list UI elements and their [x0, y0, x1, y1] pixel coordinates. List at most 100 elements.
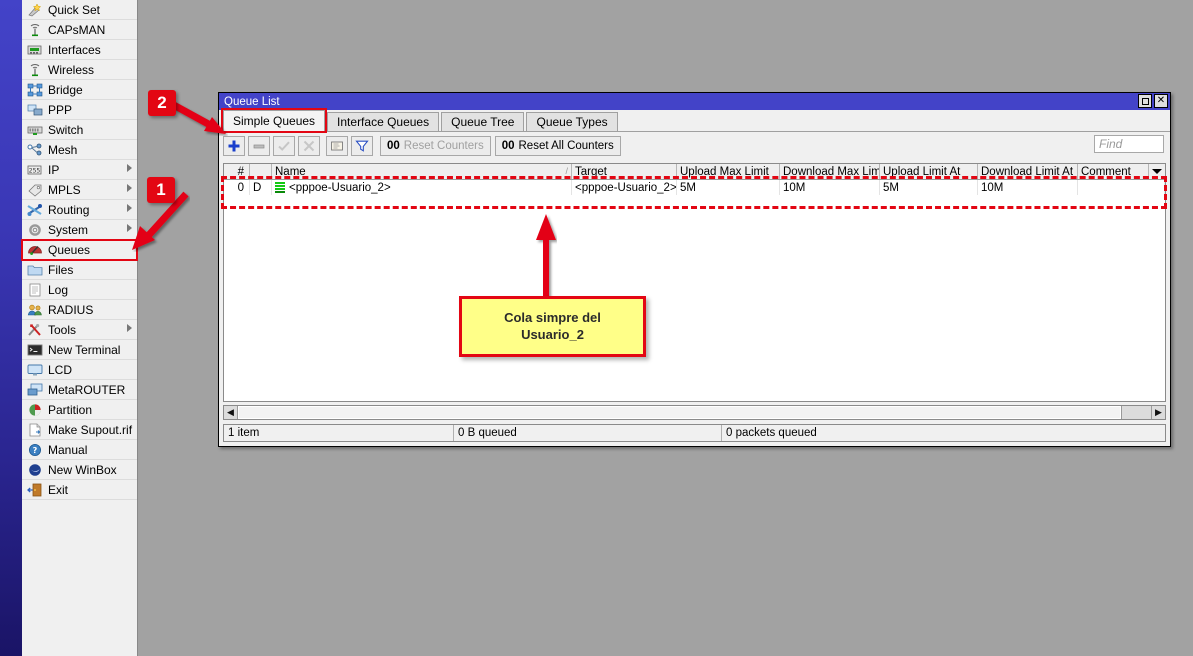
comment-button[interactable]: [326, 136, 348, 156]
window-title-bar[interactable]: Queue List ✕: [219, 93, 1170, 110]
cell-download-max-limit: 10M: [780, 180, 880, 195]
sidebar-item-label: Routing: [48, 203, 89, 217]
annotation-callout: Cola simpre del Usuario_2: [459, 296, 646, 357]
sidebar-item-manual[interactable]: ? Manual: [22, 440, 137, 460]
sidebar-item-label: System: [48, 223, 88, 237]
tab-label: Queue Types: [536, 115, 607, 129]
sidebar-item-label: Switch: [48, 123, 83, 137]
scrollbar-thumb[interactable]: [238, 406, 1121, 419]
column-header-download-max-limit[interactable]: Download Max Limit: [780, 164, 880, 179]
sidebar-item-ppp[interactable]: PPP: [22, 100, 137, 120]
sidebar-item-routing[interactable]: Routing: [22, 200, 137, 220]
routing-icon: [26, 202, 44, 218]
cell-download-limit-at: 10M: [978, 180, 1078, 195]
annotation-arrow-to-tab: [168, 100, 228, 136]
tab-interface-queues[interactable]: Interface Queues: [327, 112, 439, 131]
status-packets-queued: 0 packets queued: [722, 425, 1165, 441]
annotation-arrow-to-row: [535, 214, 557, 300]
sidebar-item-log[interactable]: Log: [22, 280, 137, 300]
sidebar-item-tools[interactable]: Tools: [22, 320, 137, 340]
cell-num: 0: [224, 180, 250, 195]
sidebar-item-label: Tools: [48, 323, 76, 337]
sidebar-item-make-supout[interactable]: Make Supout.rif: [22, 420, 137, 440]
sidebar-item-bridge[interactable]: Bridge: [22, 80, 137, 100]
sidebar-item-label: Wireless: [48, 63, 94, 77]
scroll-left-arrow-icon[interactable]: ◀: [224, 406, 238, 419]
column-header-num[interactable]: #: [224, 164, 250, 179]
terminal-icon: [26, 342, 44, 358]
winbox-icon: [26, 462, 44, 478]
tab-simple-queues[interactable]: Simple Queues: [223, 110, 325, 131]
badge-label: 2: [157, 93, 166, 113]
column-header-comment[interactable]: Comment: [1078, 164, 1149, 179]
sidebar-item-partition[interactable]: Partition: [22, 400, 137, 420]
comment-icon: [330, 139, 344, 153]
sidebar-item-metarouter[interactable]: MetaROUTER: [22, 380, 137, 400]
sidebar-item-label: RADIUS: [48, 303, 93, 317]
sidebar-item-mesh[interactable]: Mesh: [22, 140, 137, 160]
column-header-upload-limit-at[interactable]: Upload Limit At: [880, 164, 978, 179]
column-header-download-limit-at[interactable]: Download Limit At: [978, 164, 1078, 179]
callout-line-2: Usuario_2: [504, 327, 601, 343]
cell-target: <pppoe-Usuario_2>: [572, 180, 677, 195]
tab-queue-tree[interactable]: Queue Tree: [441, 112, 524, 131]
scroll-right-arrow-icon[interactable]: ▶: [1151, 406, 1165, 419]
column-label: Download Limit At: [981, 166, 1073, 178]
sidebar-item-label: IP: [48, 163, 59, 177]
sidebar-item-system[interactable]: System: [22, 220, 137, 240]
close-button[interactable]: ✕: [1154, 94, 1168, 108]
sidebar-item-radius[interactable]: RADIUS: [22, 300, 137, 320]
remove-button[interactable]: [248, 136, 270, 156]
reset-all-counters-button[interactable]: 00 Reset All Counters: [495, 136, 621, 156]
cell-flags: D: [250, 180, 272, 195]
sidebar-item-label: New WinBox: [48, 463, 117, 477]
sidebar-item-new-winbox[interactable]: New WinBox: [22, 460, 137, 480]
sidebar-item-exit[interactable]: Exit: [22, 480, 137, 500]
scrollbar-track-pad[interactable]: [1121, 406, 1151, 419]
sidebar-item-lcd[interactable]: LCD: [22, 360, 137, 380]
status-bar: 1 item 0 B queued 0 packets queued: [223, 424, 1166, 442]
disable-button[interactable]: [298, 136, 320, 156]
sidebar-item-interfaces[interactable]: Interfaces: [22, 40, 137, 60]
sidebar-item-label: Interfaces: [48, 43, 101, 57]
filter-button[interactable]: [351, 136, 373, 156]
sidebar-item-label: CAPsMAN: [48, 23, 105, 37]
sidebar-item-switch[interactable]: Switch: [22, 120, 137, 140]
sidebar-item-queues[interactable]: Queues: [22, 240, 137, 260]
status-bytes-queued: 0 B queued: [454, 425, 722, 441]
add-button[interactable]: [223, 136, 245, 156]
sidebar-item-quick-set[interactable]: Quick Set: [22, 0, 137, 20]
column-header-target[interactable]: Target: [572, 164, 677, 179]
column-header-name[interactable]: Name/: [272, 164, 572, 179]
table-row[interactable]: 0 D <pppoe-Usuario_2> <pppoe-Usuario_2> …: [224, 180, 1165, 195]
sidebar-item-label: Partition: [48, 403, 92, 417]
column-label: #: [238, 166, 244, 178]
column-header-flags[interactable]: [250, 164, 272, 179]
magic-wand-icon: [26, 2, 44, 18]
column-label: Download Max Limit: [783, 166, 880, 178]
horizontal-scrollbar[interactable]: ◀ ▶: [223, 405, 1166, 420]
maximize-button[interactable]: [1138, 94, 1152, 108]
sidebar-item-mpls[interactable]: MPLS: [22, 180, 137, 200]
annotation-badge-1: 1: [147, 177, 175, 203]
sidebar-item-files[interactable]: Files: [22, 260, 137, 280]
column-label: Upload Limit At: [883, 166, 960, 178]
status-items-count: 1 item: [224, 425, 454, 441]
sidebar-item-ip[interactable]: 255 IP: [22, 160, 137, 180]
column-header-upload-max-limit[interactable]: Upload Max Limit: [677, 164, 780, 179]
tab-queue-types[interactable]: Queue Types: [526, 112, 617, 131]
window-buttons: ✕: [1138, 94, 1168, 108]
column-chooser-button[interactable]: [1149, 164, 1165, 179]
sidebar-item-new-terminal[interactable]: New Terminal: [22, 340, 137, 360]
reset-all-counters-prefix: 00: [502, 140, 515, 152]
enable-button[interactable]: [273, 136, 295, 156]
reset-counters-prefix: 00: [387, 140, 400, 152]
reset-counters-button[interactable]: 00 Reset Counters: [380, 136, 491, 156]
sidebar-item-capsman[interactable]: CAPsMAN: [22, 20, 137, 40]
sidebar-item-wireless[interactable]: Wireless: [22, 60, 137, 80]
sidebar-item-label: MetaROUTER: [48, 383, 125, 397]
callout-line-1: Cola simpre del: [504, 310, 601, 326]
exit-door-icon: [26, 482, 44, 498]
find-input[interactable]: Find: [1094, 135, 1164, 153]
gear-icon: [26, 222, 44, 238]
